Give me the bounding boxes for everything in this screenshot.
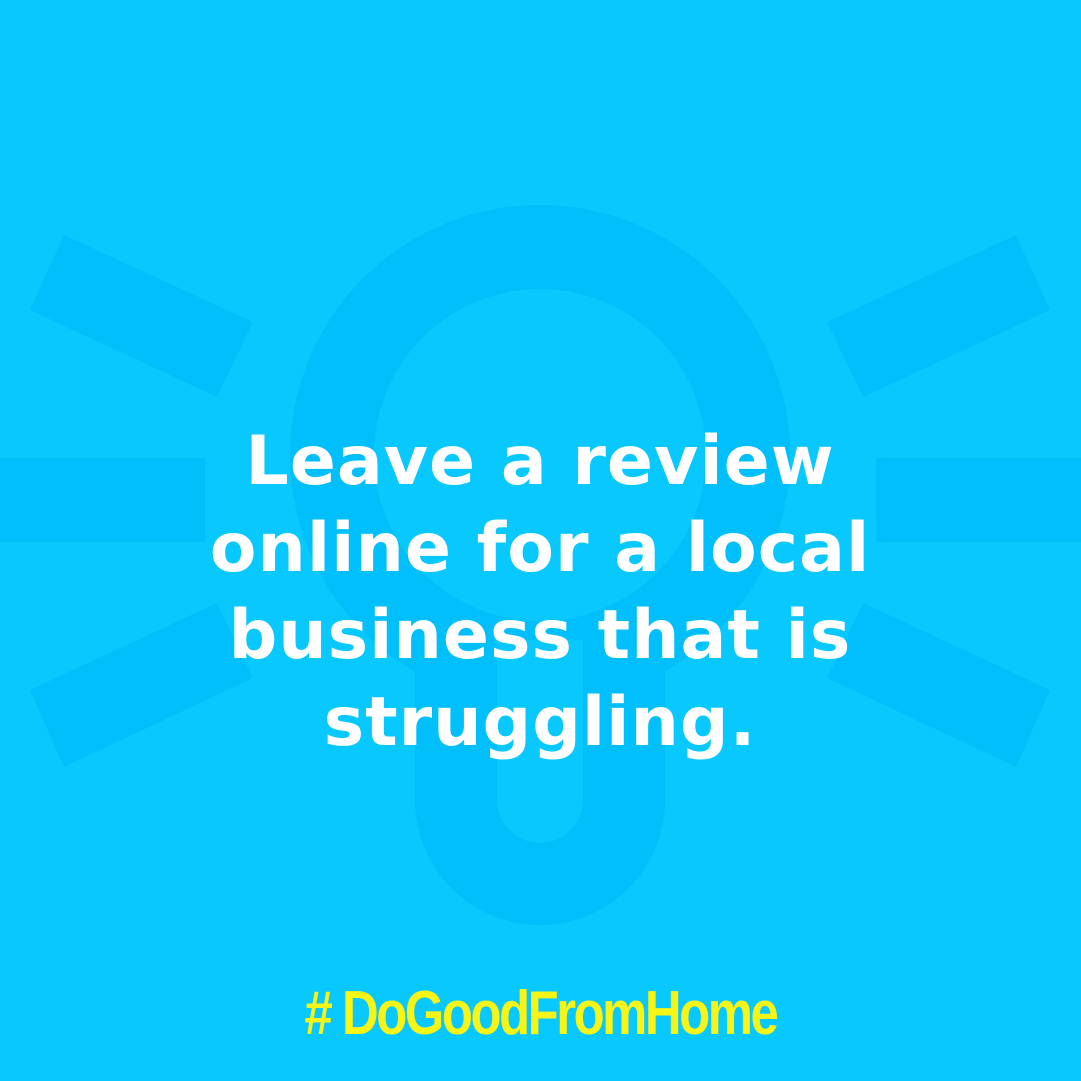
- message-line: Leave a review: [245, 422, 835, 501]
- post-canvas: Leave a review online for a local busine…: [0, 0, 1081, 1081]
- message-line: business that is: [228, 596, 852, 675]
- message-line: struggling.: [323, 683, 757, 762]
- message-line: online for a local: [209, 509, 871, 588]
- message-text: Leave a review online for a local busine…: [140, 418, 940, 766]
- hashtag-text: # DoGoodFromHome: [304, 979, 778, 1048]
